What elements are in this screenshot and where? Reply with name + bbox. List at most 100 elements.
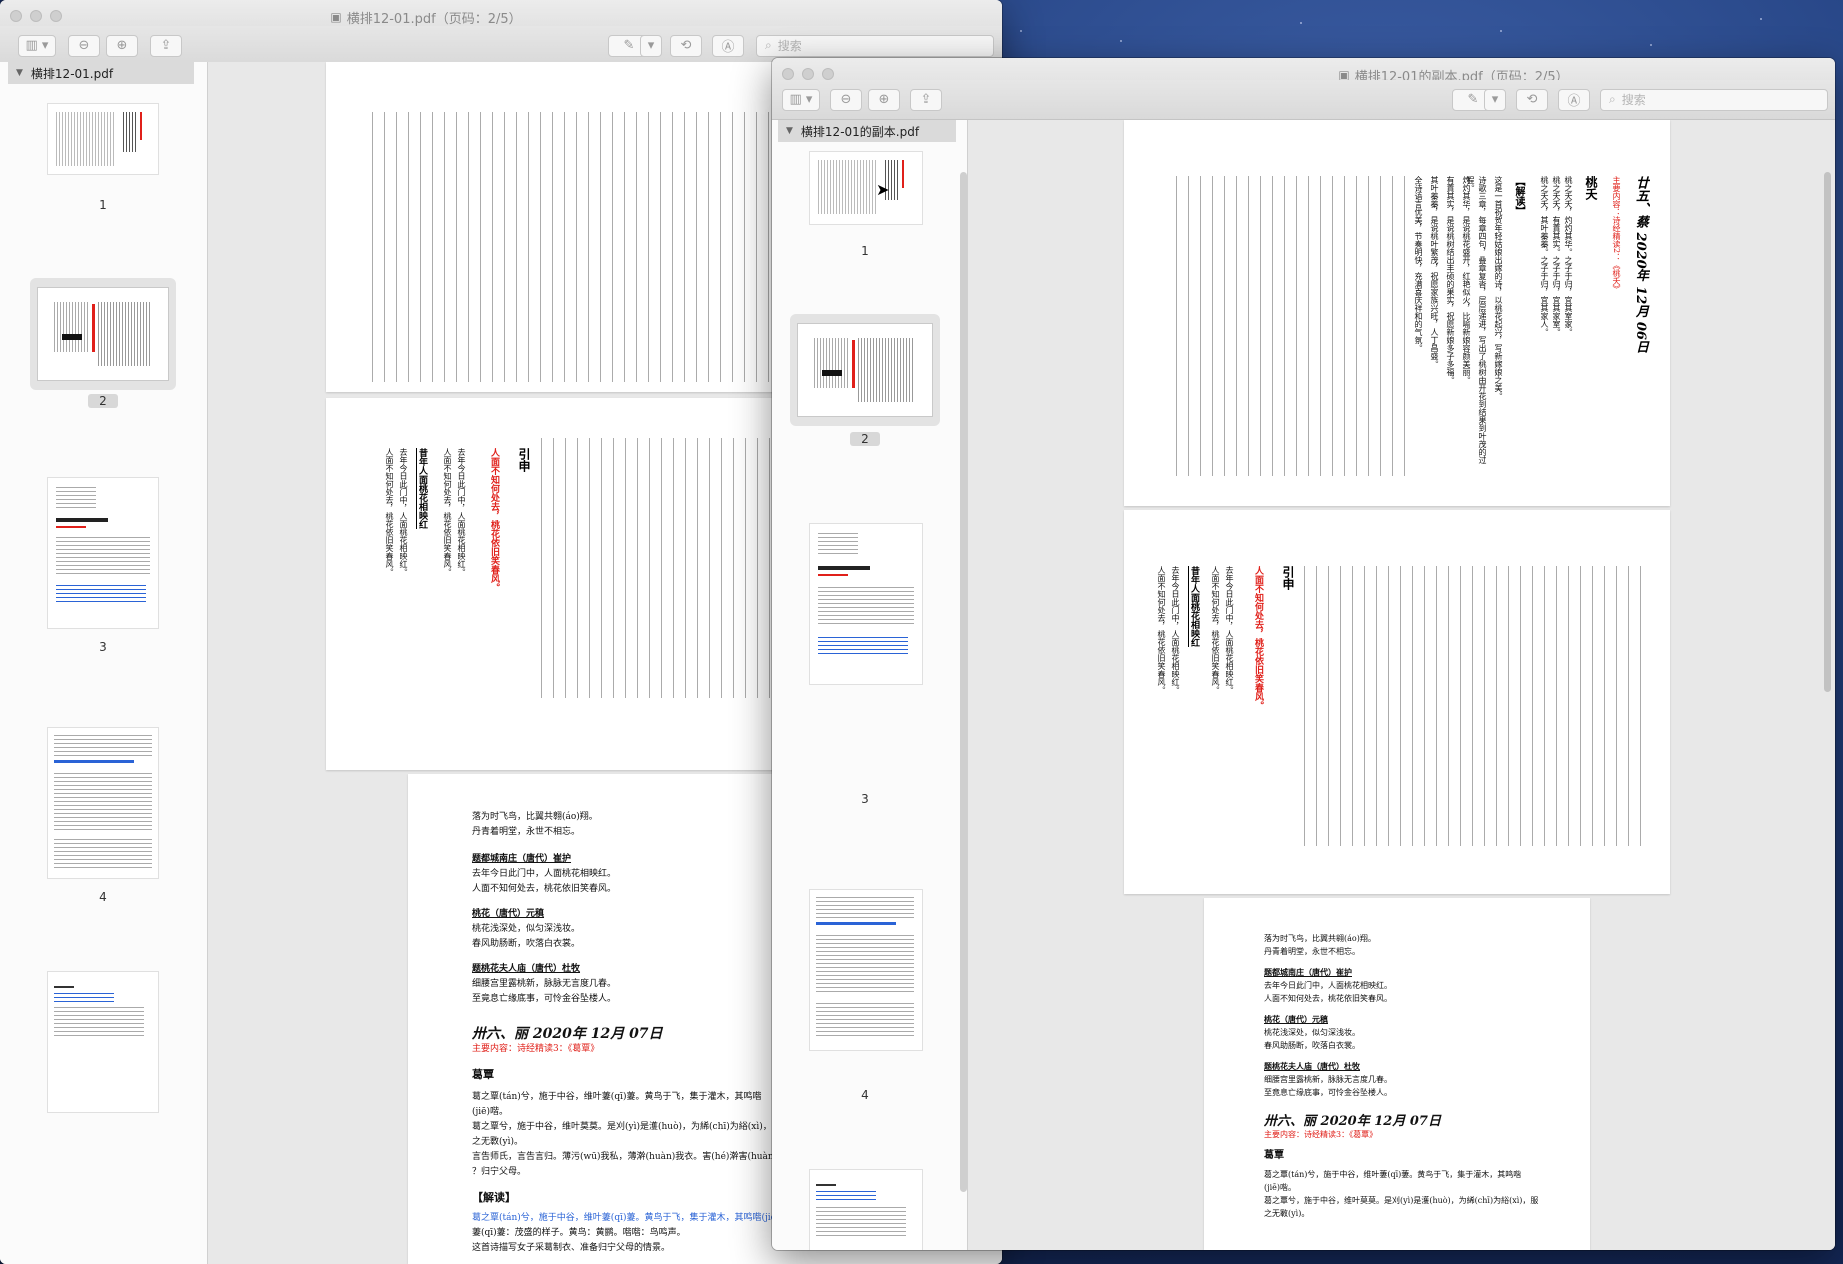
back-yinshen: 引申 [517, 448, 531, 472]
front-search-field[interactable]: ⌕ 搜索 [1600, 88, 1828, 111]
minimize-button[interactable] [802, 68, 814, 80]
back-thumb-page-5[interactable] [48, 972, 158, 1112]
zoom-out-icon[interactable]: ⊖ [68, 34, 100, 57]
front-thumb-page-4[interactable] [810, 890, 922, 1050]
back-text-columns [372, 112, 792, 382]
front-sidebar[interactable]: ▼ 横排12-01的副本.pdf ➤ 1 2 3 4 [772, 120, 968, 1250]
rotate-icon[interactable]: ⟲ [1516, 88, 1548, 111]
front-sidebar-header[interactable]: ▼ 横排12-01的副本.pdf [778, 120, 956, 142]
front-page-2-top: 廿五、蔡 2020年 12月 06日 主要内容：诗经精读2：《桃夭》 桃夭 桃之… [1124, 120, 1670, 506]
back-sidebar-header[interactable]: ▼ 横排12-01.pdf [8, 62, 194, 84]
back-thumb-page-2[interactable] [38, 288, 168, 380]
front-sidebar-scrollbar[interactable] [960, 172, 967, 1192]
disclosure-triangle-icon[interactable]: ▼ [786, 126, 793, 136]
front-small-heading: 昔年人面桃花相映红 [1189, 566, 1199, 647]
front-small-poem-3: 去年今日此门中，人面桃花相映红。 [1171, 566, 1180, 694]
front-heading: 廿五、蔡 2020年 12月 06日 [1633, 176, 1648, 353]
front-text-columns [1176, 176, 1416, 476]
front-section-taoyao: 桃夭 [1584, 176, 1598, 200]
front-document-view[interactable]: 廿五、蔡 2020年 12月 06日 主要内容：诗经精读2：《桃夭》 桃夭 桃之… [968, 120, 1835, 1250]
back-thumb-page-4[interactable] [48, 728, 158, 878]
back-thumb-page-1[interactable] [48, 104, 158, 174]
share-icon[interactable]: ⇪ [910, 88, 942, 111]
front-p3-h3-l1: 细腰宫里露桃新，脉脉无言度几春。 [1264, 1075, 1392, 1084]
front-p3-body-3: 葛之覃兮，施于中谷，维叶莫莫。是刈(yì)是濩(huò)，为絺(chī)为綌(x… [1264, 1196, 1539, 1205]
back-small-heading: 昔年人面桃花相映红 [417, 448, 427, 529]
front-para-3: 灼灼其华，是说桃花盛开，红艳似火，比喻新娘容颜美丽。 [1462, 176, 1471, 384]
front-thumb-label-4: 4 [861, 1088, 869, 1102]
zoom-button[interactable] [822, 68, 834, 80]
zoom-in-icon[interactable]: ⊕ [106, 34, 138, 57]
front-toolbar: ▥ ▾ ⊖ ⊕ ⇪ ✎ ▾ ⟲ Ⓐ ⌕ 搜索 [772, 80, 1835, 120]
front-page-2-bottom: 引申 人面不知何处去，桃花依旧笑春风。 去年今日此门中，人面桃花相映红。 人面不… [1124, 510, 1670, 894]
front-thumb-page-2[interactable] [798, 324, 932, 416]
front-poem-line-2: 桃之夭夭，有蕡其实。之子于归，宜其家室。 [1552, 176, 1561, 336]
rotate-icon[interactable]: ⟲ [670, 34, 702, 57]
cursor-icon: ➤ [876, 180, 890, 199]
search-placeholder: 搜索 [1621, 93, 1646, 107]
front-thumb-page-1[interactable] [810, 152, 922, 224]
front-p3-section: 葛覃 [1264, 1150, 1284, 1161]
sidebar-toggle-icon[interactable]: ▥ ▾ [782, 88, 820, 111]
back-small-poem-4: 人面不知何处去，桃花依旧笑春风。 [385, 448, 394, 576]
front-para-1: 这是一首祝贺年轻姑娘出嫁的诗，以桃花起兴，写新嫁娘之美。 [1494, 176, 1503, 400]
front-small-poem-4: 人面不知何处去，桃花依旧笑春风。 [1157, 566, 1166, 694]
front-para-4: 有蕡其实，是说桃树结出丰硕的果实，祝愿新娘多子多福。 [1446, 176, 1455, 384]
back-thumb-page-3[interactable] [48, 478, 158, 628]
back-sidebar[interactable]: ▼ 横排12-01.pdf 1 2 3 4 [0, 62, 208, 1264]
back-small-poem-3: 去年今日此门中，人面桃花相映红。 [399, 448, 408, 576]
front-p3-line-top-2: 丹青着明堂，永世不相忘。 [1264, 947, 1360, 956]
front-p3-block: 落为时飞鸟，比翼共翱(áo)翔。 丹青着明堂，永世不相忘。 题都城南庄（唐代）崔… [1264, 932, 1584, 1220]
front-jiedu: 【解读】 [1513, 176, 1524, 216]
front-p3-h1-l1: 去年今日此门中，人面桃花相映红。 [1264, 981, 1392, 990]
front-p3-h2-l2: 春风助肠断，吹落白衣裳。 [1264, 1041, 1360, 1050]
front-document-scrollbar[interactable] [1824, 172, 1831, 692]
back-sidebar-doc-name: 横排12-01.pdf [30, 66, 114, 81]
front-p3-h3-l2: 至竟息亡缘底事，可怜金谷坠楼人。 [1264, 1088, 1392, 1097]
zoom-in-icon[interactable]: ⊕ [868, 88, 900, 111]
front-window-controls[interactable] [782, 68, 834, 80]
search-icon: ⌕ [765, 38, 772, 52]
front-small-poem-2: 人面不知何处去，桃花依旧笑春风。 [1211, 566, 1220, 694]
share-icon[interactable]: ⇪ [150, 34, 182, 57]
front-lower-columns [1304, 566, 1649, 846]
search-icon: ⌕ [1609, 92, 1616, 106]
back-red-line: 人面不知何处去，桃花依旧笑春风。 [489, 448, 499, 592]
front-p3-h3: 题桃花夫人庙（唐代）杜牧 [1264, 1061, 1360, 1071]
front-p3-h1: 题都城南庄（唐代）崔护 [1264, 967, 1352, 977]
back-thumb-label-1: 1 [99, 198, 107, 212]
back-small-poem-2: 人面不知何处去，桃花依旧笑春风。 [443, 448, 452, 576]
disclosure-triangle-icon[interactable]: ▼ [16, 68, 23, 78]
back-thumb-label-2: 2 [88, 394, 118, 408]
front-thumb-page-5[interactable] [810, 1170, 922, 1250]
chevron-down-icon[interactable]: ▾ [640, 34, 662, 57]
front-subtitle: 主要内容：诗经精读2：《桃夭》 [1612, 176, 1621, 294]
markup-icon[interactable]: Ⓐ [1558, 88, 1590, 111]
front-p3-h2-l1: 桃花浅深处，似匀深浅妆。 [1264, 1028, 1360, 1037]
chevron-down-icon[interactable]: ▾ [1484, 88, 1506, 111]
sidebar-toggle-icon[interactable]: ▥ ▾ [18, 34, 56, 57]
front-thumb-label-3: 3 [861, 792, 869, 806]
front-thumb-label-2: 2 [850, 432, 880, 446]
back-window-title: 横排12-01.pdf（页码：2/5） [346, 11, 522, 27]
front-poem-line-1: 桃之夭夭，灼灼其华。之子于归，宜其室家。 [1564, 176, 1573, 336]
zoom-out-icon[interactable]: ⊖ [830, 88, 862, 111]
markup-icon[interactable]: Ⓐ [712, 34, 744, 57]
front-thumb-page-3[interactable] [810, 524, 922, 684]
search-placeholder: 搜索 [777, 39, 802, 53]
front-thumb-label-1: 1 [861, 244, 869, 258]
front-preview-window[interactable]: ▣ 横排12-01的副本.pdf（页码：2/5） ▥ ▾ ⊖ ⊕ ⇪ ✎ ▾ ⟲… [772, 58, 1835, 1250]
front-p3-line-top-1: 落为时飞鸟，比翼共翱(áo)翔。 [1264, 934, 1376, 943]
front-p3-body-2: (jiē)喈。 [1264, 1183, 1297, 1192]
back-thumb-label-3: 3 [99, 640, 107, 654]
front-small-poem-1: 去年今日此门中，人面桃花相映红。 [1225, 566, 1234, 694]
back-small-poem-1: 去年今日此门中，人面桃花相映红。 [457, 448, 466, 576]
pdf-doc-icon: ▣ [330, 10, 342, 24]
front-yinshen: 引申 [1281, 566, 1295, 590]
close-button[interactable] [782, 68, 794, 80]
front-p3-h2: 桃花（唐代）元稹 [1264, 1014, 1328, 1024]
front-sidebar-doc-name: 横排12-01的副本.pdf [800, 124, 920, 139]
front-p3-h1-l2: 人面不知何处去，桃花依旧笑春风。 [1264, 994, 1392, 1003]
back-thumb-label-4: 4 [99, 890, 107, 904]
back-search-field[interactable]: ⌕ 搜索 [756, 34, 994, 57]
